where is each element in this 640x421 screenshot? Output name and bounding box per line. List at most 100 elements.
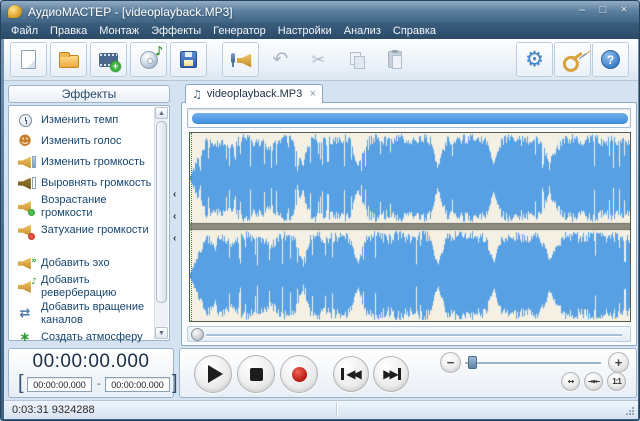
effects-scrollbar[interactable]: ▲ ▼ [154,107,168,339]
scroll-down-icon[interactable]: ▼ [155,327,168,339]
zoom-to-selection-button[interactable]: ⇥⇤ [584,372,603,391]
playback-cursor [191,133,192,321]
effect-item-create-atmosphere[interactable]: ∗ Создать атмосферу [13,327,153,348]
menu-settings[interactable]: Настройки [272,23,338,39]
copy-icon [349,52,365,68]
minus-icon: − [447,355,455,370]
scissors-icon: ✂ [312,50,325,69]
tab-close-icon[interactable]: × [310,89,316,100]
echo-icon: » [17,257,33,271]
zoom-one-to-one-button[interactable]: 1:1 [607,372,626,391]
panel-splitter[interactable]: ‹ ‹ ‹ [171,85,181,341]
tab-videoplayback[interactable]: ♫ videoplayback.MP3 × [185,84,323,103]
menu-file[interactable]: Файл [5,23,44,39]
zoom-slider-track[interactable] [465,362,601,364]
scrollbar-thumb[interactable] [156,121,167,303]
effect-item-fade-in[interactable]: Возрастание громкости [13,194,153,220]
record-voice-button[interactable] [222,42,259,77]
fade-out-icon [17,224,33,238]
play-icon [208,365,223,383]
audio-file-icon: ♫ [192,88,202,101]
scroll-up-icon[interactable]: ▲ [155,107,168,119]
scroll-groove [206,334,622,336]
menu-edit[interactable]: Правка [44,23,93,39]
effect-item-change-tempo[interactable]: Изменить темп [13,110,153,131]
overview-strip[interactable] [187,108,631,128]
scroll-thumb[interactable] [191,328,204,341]
help-button[interactable]: ? [592,42,629,77]
effect-item-normalize-volume[interactable]: Выровнять громкость [13,173,153,194]
undo-button: ↶ [262,42,299,77]
resize-grip[interactable] [625,406,634,415]
maximize-button[interactable]: □ [596,4,610,17]
selection-separator: - [97,378,101,390]
menu-help[interactable]: Справка [387,23,442,39]
paste-button [376,42,413,77]
menu-bar: Файл Правка Монтаж Эффекты Генератор Нас… [1,23,639,39]
effect-item-add-reverb[interactable]: ♪ Добавить реверберацию [13,274,153,300]
stop-icon [250,368,263,381]
fade-in-icon [17,200,33,214]
app-window: АудиоМАСТЕР - [videoplayback.MP3] – □ × … [0,0,640,421]
plus-icon: + [615,355,623,370]
waveform-canvas[interactable] [190,133,630,321]
key-icon [559,48,586,72]
waveform-view [189,132,631,322]
voice-icon: ☻ [17,135,33,149]
collapse-chevron-icon[interactable]: ‹ [173,233,181,245]
horizontal-scrollbar[interactable] [187,326,631,342]
window-title: АудиоМАСТЕР - [videoplayback.MP3] [28,5,233,19]
copy-button [338,42,375,77]
open-file-button[interactable] [50,42,87,77]
effect-item-channel-rotation[interactable]: ⇄ Добавить вращение каналов [13,300,153,327]
menu-montage[interactable]: Монтаж [93,23,145,39]
effect-item-fade-out[interactable]: Затухание громкости [13,220,153,241]
channel-rotate-icon: ⇄ [17,307,33,321]
time-panel: 00:00:00.000 [ - ] [8,348,174,398]
overview-loaded-bar[interactable] [192,113,628,124]
current-time-display: 00:00:00.000 [9,351,173,373]
effect-item-add-echo[interactable]: » Добавить эхо [13,253,153,274]
minimize-button[interactable]: – [575,4,589,17]
grab-from-cd-button[interactable]: ♪ [130,42,167,77]
undo-icon: ↶ [273,50,289,69]
settings-button[interactable]: ⚙ [516,42,553,77]
add-video-button[interactable]: + [90,42,127,77]
record-icon [292,367,307,382]
effect-item-change-voice[interactable]: ☻ Изменить голос [13,131,153,152]
menu-effects[interactable]: Эффекты [145,23,207,39]
collapse-chevron-icon[interactable]: ‹ [173,211,181,223]
effect-item-change-volume[interactable]: Изменить громкость [13,152,153,173]
save-file-button[interactable] [170,42,207,77]
play-button[interactable] [194,355,232,393]
title-bar[interactable]: АудиоМАСТЕР - [videoplayback.MP3] – □ × [1,1,639,23]
skip-to-end-icon: ▶▶ [381,367,400,381]
cut-button: ✂ [300,42,337,77]
zoom-slider-thumb[interactable] [468,356,477,369]
activation-key-button[interactable] [554,42,591,77]
fit-to-window-button[interactable]: ↔ [561,372,580,391]
new-file-button[interactable] [10,42,47,77]
skip-to-start-button[interactable]: ◀◀ [333,356,369,392]
selection-start-field[interactable] [27,377,92,392]
stop-button[interactable] [237,355,275,393]
save-floppy-icon [180,51,197,68]
zoom-out-button[interactable]: − [440,352,461,373]
effects-list: Изменить темп ☻ Изменить голос Изменить … [8,105,170,341]
question-mark-icon: ? [601,50,620,69]
skip-to-end-button[interactable]: ▶▶ [373,356,409,392]
status-divider [336,403,337,417]
gear-icon: ⚙ [525,49,544,70]
menu-analysis[interactable]: Анализ [338,23,387,39]
record-button[interactable] [280,355,318,393]
new-file-icon [21,50,36,69]
plus-badge-icon: + [110,61,121,72]
selection-end-field[interactable] [105,377,170,392]
bracket-open: [ [18,372,24,395]
collapse-chevron-icon[interactable]: ‹ [173,189,181,201]
effects-panel-header[interactable]: Эффекты [8,85,170,103]
menu-generator[interactable]: Генератор [207,23,272,39]
zoom-in-button[interactable]: + [608,352,629,373]
close-button[interactable]: × [617,4,631,17]
bracket-close: ] [172,372,178,395]
